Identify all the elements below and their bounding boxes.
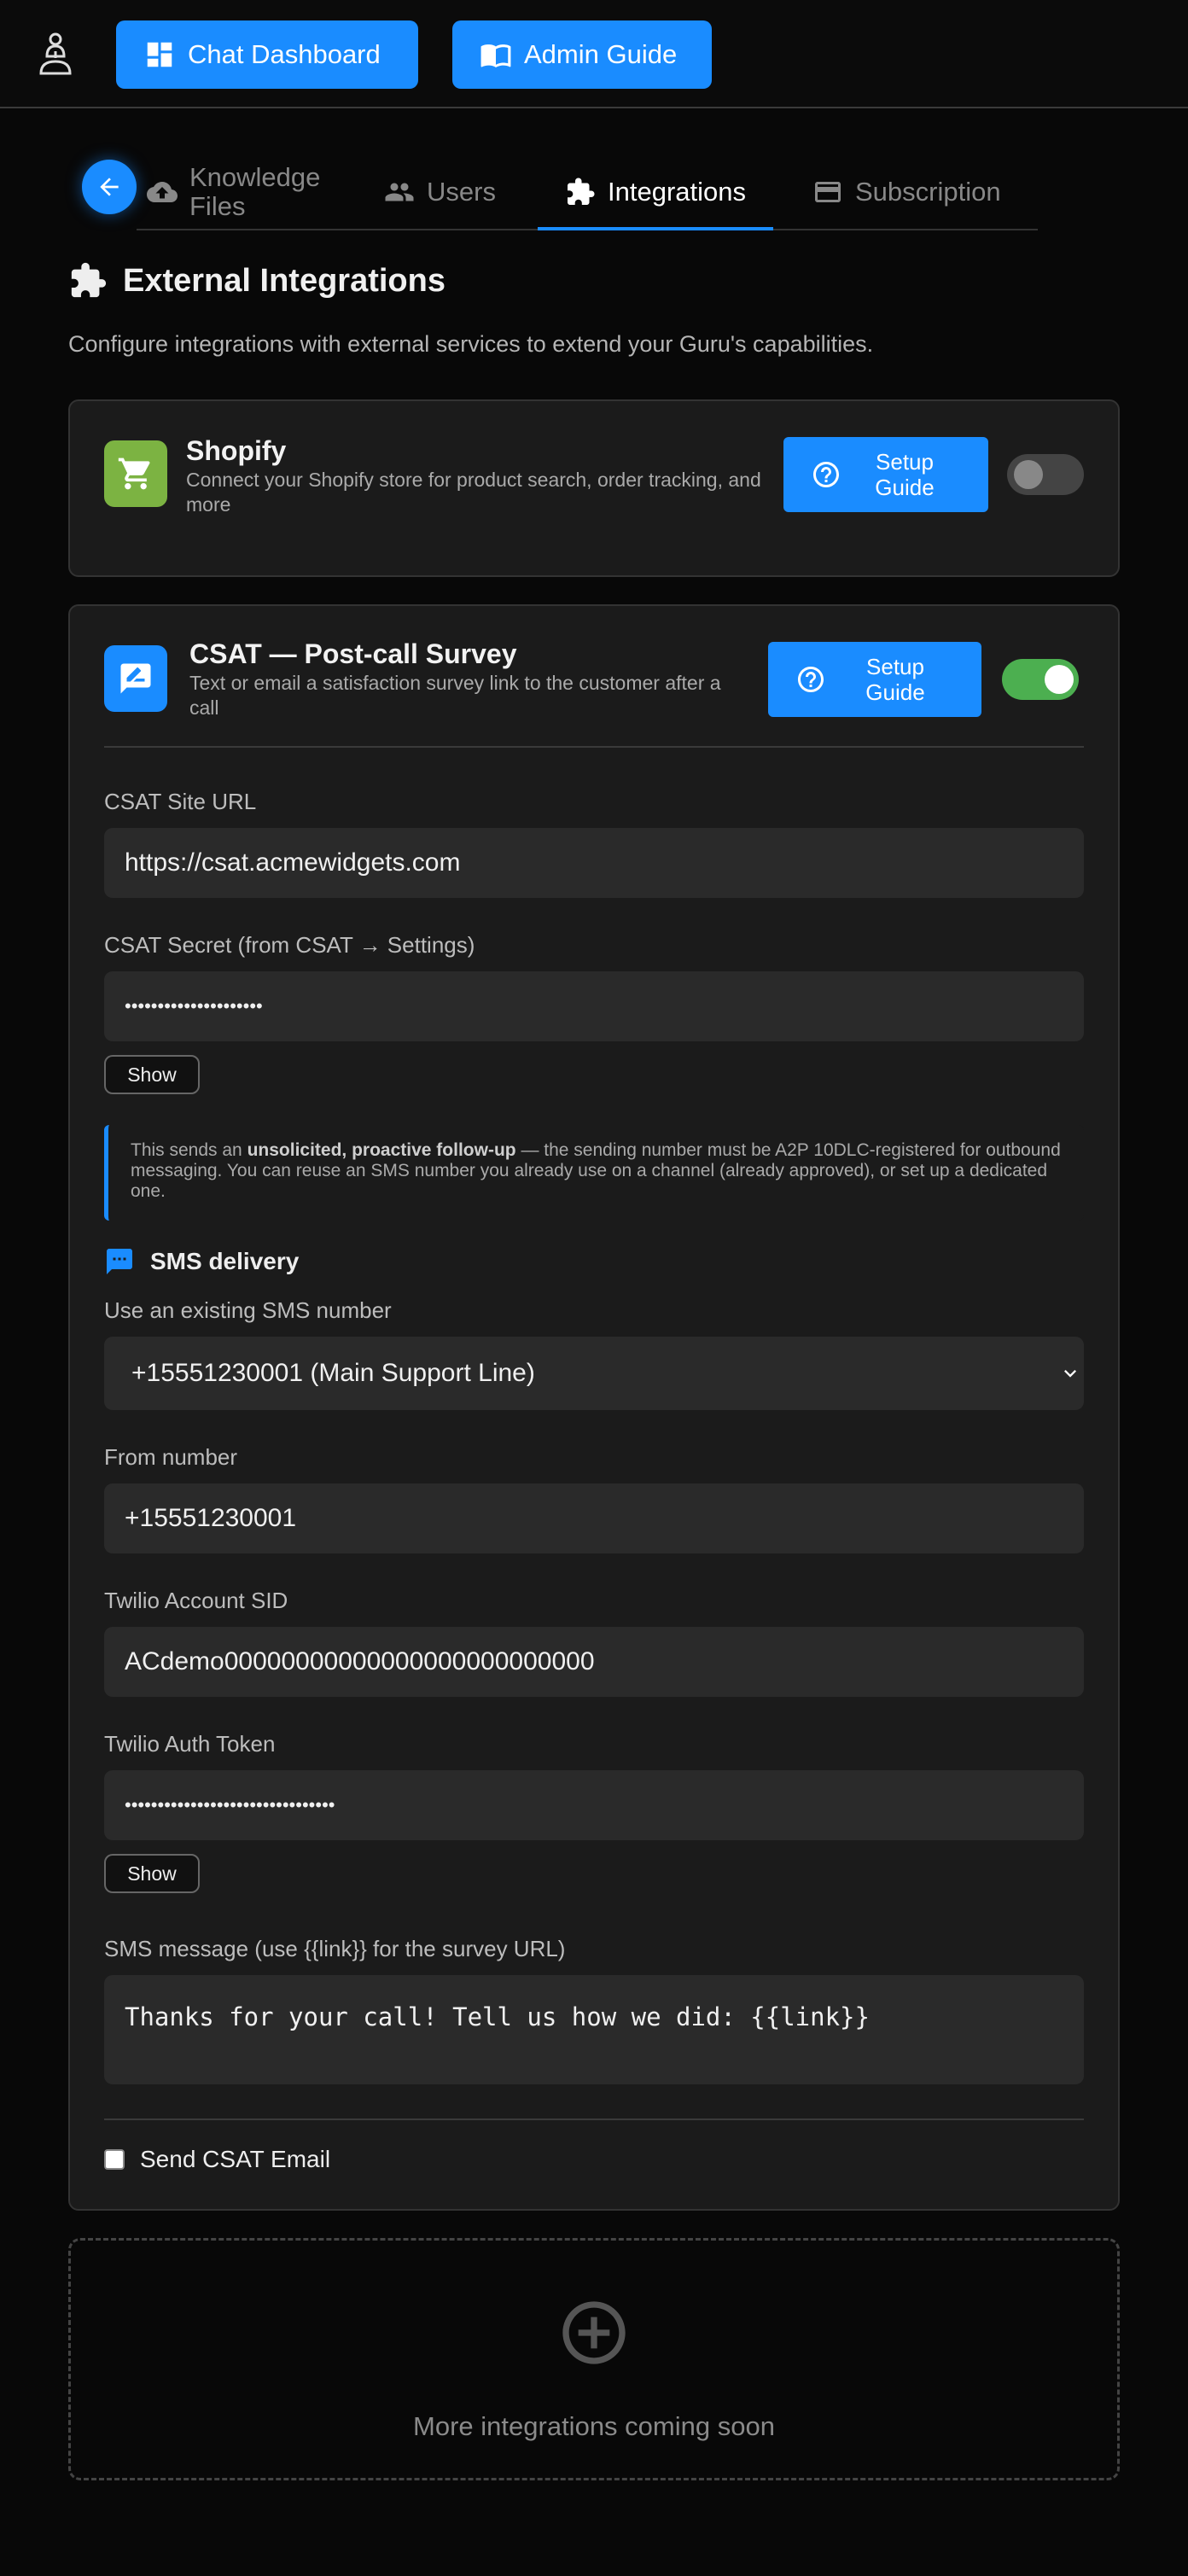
note-bold: unsolicited, proactive follow-up [247,1140,516,1160]
tab-label: Subscription [855,177,1001,207]
credit-card-icon [815,182,841,202]
existing-sms-value: +15551230001 (Main Support Line) [131,1359,535,1387]
tab-users[interactable]: Users [384,154,496,230]
sms-delivery-heading: SMS delivery [104,1246,299,1277]
csat-secret-show-button[interactable]: Show [104,1055,200,1094]
send-csat-email-checkbox[interactable] [104,2149,125,2170]
twilio-token-input[interactable]: •••••••••••••••••••••••••••••••• [104,1770,1084,1840]
sms-message-label: SMS message (use {{link}} for the survey… [104,1936,566,1961]
chat-dashboard-label: Chat Dashboard [188,39,381,69]
chat-dashboard-button[interactable]: Chat Dashboard [116,20,418,89]
csat-site-url-input[interactable]: https://csat.acmewidgets.com [104,828,1084,898]
from-number-label: From number [104,1444,238,1470]
csat-secret-label: CSAT Secret (from CSAT → Settings) [104,932,475,958]
twilio-token-show-button[interactable]: Show [104,1854,200,1893]
guru-logo-icon[interactable] [36,32,75,77]
shopify-description: Connect your Shopify store for product s… [186,469,761,516]
csat-secret-input[interactable]: ••••••••••••••••••••• [104,971,1084,1041]
twilio-sid-label: Twilio Account SID [104,1588,288,1613]
shopping-cart-icon [104,440,167,507]
tab-knowledge-files[interactable]: Knowledge Files [147,154,326,230]
tab-integrations[interactable]: Integrations [565,154,746,230]
csat-header-divider [104,746,1084,748]
arrow-left-icon [100,178,119,196]
cloud-upload-icon [147,182,178,202]
note-prefix: This sends an [131,1140,248,1160]
twilio-token-label: Twilio Auth Token [104,1731,276,1757]
csat-toggle[interactable] [1002,659,1079,700]
help-circle-icon [813,462,839,487]
section-title: External Integrations [68,261,446,300]
toggle-knob [1014,460,1043,489]
coming-soon-placeholder: More integrations coming soon [68,2238,1120,2480]
tab-bar: Knowledge Files Users Integrations Subsc… [137,154,1038,230]
admin-guide-button[interactable]: Admin Guide [452,20,712,89]
csat-name: CSAT — Post-call Survey [189,638,517,669]
sms-delivery-text: SMS delivery [150,1248,300,1274]
send-csat-email-label: Send CSAT Email [140,2146,331,2172]
help-circle-icon [798,667,824,692]
sms-message-textarea[interactable]: Thanks for your call! Tell us how we did… [104,1975,1084,2084]
csat-site-url-label: CSAT Site URL [104,789,257,814]
shopify-name: Shopify [186,435,287,466]
existing-sms-label: Use an existing SMS number [104,1297,392,1323]
back-button[interactable] [82,160,137,214]
sms-icon [107,1249,132,1274]
shopify-card: Shopify Connect your Shopify store for p… [68,399,1120,577]
coming-soon-text: More integrations coming soon [413,2411,775,2441]
a2p-compliance-note: This sends an unsolicited, proactive fol… [104,1125,1084,1221]
csat-footer-divider [104,2118,1084,2120]
shopify-toggle[interactable] [1007,454,1084,495]
puzzle-icon [568,178,595,205]
add-circle-icon [562,2301,626,2364]
book-icon [480,44,511,68]
tab-subscription[interactable]: Subscription [812,154,1001,230]
csat-setup-guide-button[interactable]: Setup Guide [768,642,981,717]
feedback-icon [104,645,167,712]
twilio-sid-input[interactable]: ACdemo00000000000000000000000000 [104,1627,1084,1697]
setup-guide-label: Setup Guide [865,654,925,705]
csat-description: Text or email a satisfaction survey link… [189,672,721,719]
section-description: Configure integrations with external ser… [68,331,874,357]
send-csat-email-row[interactable]: Send CSAT Email [104,2146,330,2173]
dashboard-icon [147,42,172,67]
shopify-setup-guide-button[interactable]: Setup Guide [783,437,988,512]
from-number-input[interactable]: +15551230001 [104,1483,1084,1553]
puzzle-icon [71,262,107,298]
top-bar: Chat Dashboard Admin Guide [0,0,1188,108]
tab-label: Knowledge Files [189,162,321,221]
tab-label: Users [427,177,496,207]
tab-label: Integrations [608,177,746,207]
existing-sms-select[interactable]: +15551230001 (Main Support Line) [104,1337,1084,1410]
setup-guide-label: Setup Guide [875,449,935,500]
section-title-text: External Integrations [123,262,446,299]
active-tab-indicator [538,227,773,230]
chevron-down-icon [1064,1370,1076,1378]
users-icon [385,183,414,201]
admin-guide-label: Admin Guide [524,39,678,69]
toggle-knob [1045,665,1074,694]
